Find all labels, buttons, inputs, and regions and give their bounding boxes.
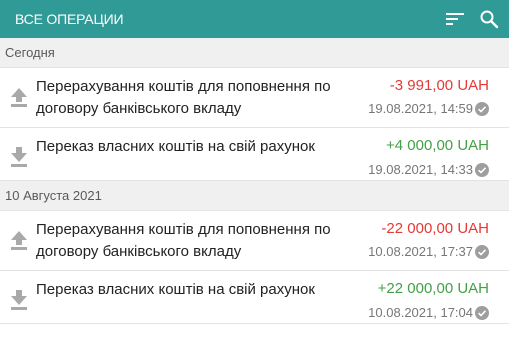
operation-description: Перерахування коштів для поповнення по д… [36, 221, 331, 260]
operation-amount: +22 000,00 UAH [377, 280, 489, 297]
operation-description: Переказ власних коштів на свій рахунок [36, 138, 315, 155]
operation-datetime: 10.08.2021, 17:37 [368, 244, 473, 259]
date-group-header: Сегодня [0, 38, 509, 68]
operation-datetime: 10.08.2021, 17:04 [368, 305, 473, 320]
operation-datetime: 19.08.2021, 14:59 [368, 101, 473, 116]
date-group-header: 10 Августа 2021 [0, 181, 509, 211]
operation-row[interactable]: Перерахування коштів для поповнення по д… [0, 211, 509, 271]
check-circle-icon [475, 163, 489, 177]
check-circle-icon [475, 245, 489, 259]
upload-arrow-icon [11, 231, 27, 250]
filter-icon[interactable] [440, 0, 470, 38]
search-icon[interactable] [474, 0, 504, 38]
page-title: ВСЕ ОПЕРАЦИИ [15, 11, 124, 27]
upload-arrow-icon [11, 88, 27, 107]
download-arrow-icon [11, 290, 27, 310]
operation-amount: -3 991,00 UAH [389, 77, 489, 94]
operation-amount: +4 000,00 UAH [386, 137, 489, 154]
download-arrow-icon [11, 147, 27, 167]
operation-row[interactable]: Перерахування коштів для поповнення по д… [0, 68, 509, 128]
operation-row[interactable]: Переказ власних коштів на свій рахунок +… [0, 128, 509, 181]
check-circle-icon [475, 102, 489, 116]
top-app-bar: ВСЕ ОПЕРАЦИИ [0, 0, 509, 38]
operation-description: Переказ власних коштів на свій рахунок [36, 281, 315, 298]
operation-description: Перерахування коштів для поповнення по д… [36, 78, 331, 117]
check-circle-icon [475, 306, 489, 320]
operation-amount: -22 000,00 UAH [381, 220, 489, 237]
operation-datetime: 19.08.2021, 14:33 [368, 162, 473, 177]
operation-row[interactable]: Переказ власних коштів на свій рахунок +… [0, 271, 509, 324]
